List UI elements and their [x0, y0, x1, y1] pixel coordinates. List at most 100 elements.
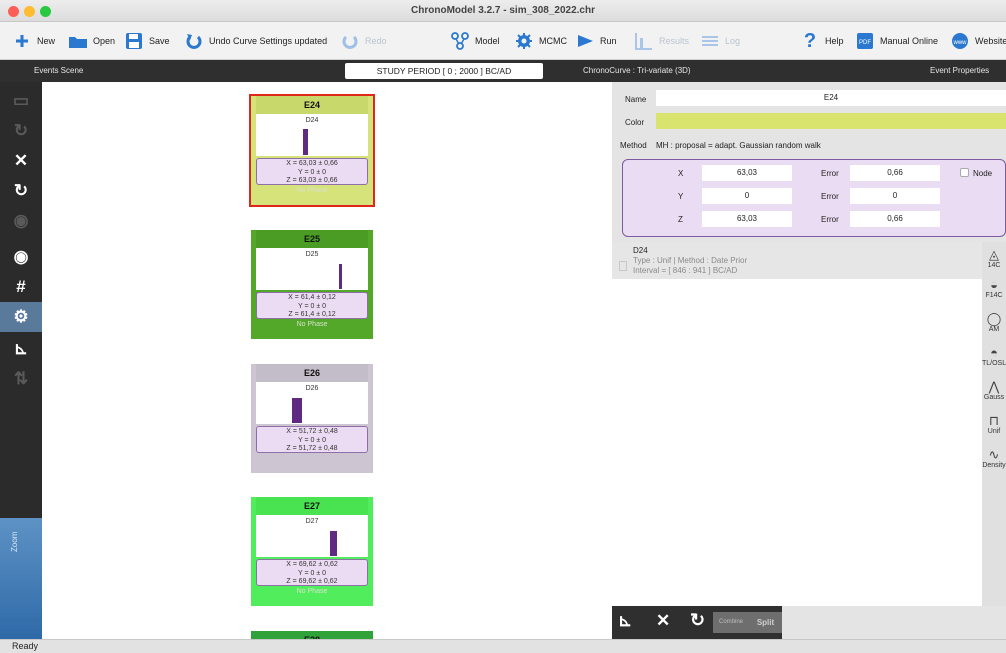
log-button[interactable]: Log	[700, 31, 740, 51]
zoom-slider[interactable]	[0, 518, 42, 639]
color-label: Color	[625, 118, 645, 127]
add-density-button[interactable]: ∿ Density	[982, 448, 1006, 470]
svg-text:www: www	[953, 40, 968, 46]
mcmc-button[interactable]: MCMC	[514, 31, 567, 51]
date-distribution-bar	[303, 129, 308, 155]
recycle-button[interactable]: ↻	[0, 176, 42, 206]
add-unif-button[interactable]: ⊓ Unif	[982, 413, 1006, 436]
globe-icon: www	[950, 32, 970, 50]
event-card-e26[interactable]: E26 D26 X = 51,72 ± 0,48 Y = 0 ± 0 Z = 5…	[251, 364, 373, 473]
new-button[interactable]: New	[12, 31, 55, 51]
restore-icon: ↻	[13, 181, 29, 200]
close-icon: ✕	[656, 611, 671, 630]
phase-label: No Phase	[296, 187, 328, 194]
add-gauss-button[interactable]: ⋀ Gauss	[982, 380, 1006, 402]
new-event-button[interactable]: ▭	[0, 86, 42, 116]
date-distribution-bar	[339, 264, 342, 289]
split-view-button[interactable]: ⇅	[0, 364, 42, 394]
event-card-e24[interactable]: E24 D24 X = 63,03 ± 0,66 Y = 0 ± 0 Z = 6…	[249, 94, 375, 207]
events-scene[interactable]: E24 D24 X = 63,03 ± 0,66 Y = 0 ± 0 Z = 6…	[42, 82, 612, 639]
overview-button[interactable]: ◉	[0, 242, 42, 272]
save-button[interactable]: Save	[124, 31, 170, 51]
z-input[interactable]: 63,03	[702, 211, 792, 227]
grid-button[interactable]: #	[0, 272, 42, 302]
date-list-item[interactable]: D24 Type : Unif | Method : Date Prior In…	[612, 242, 982, 279]
date-box[interactable]: D26	[256, 382, 368, 424]
open-button[interactable]: Open	[68, 31, 115, 51]
z-error-label: Error	[821, 215, 839, 224]
study-period-button[interactable]: STUDY PERIOD [ 0 ; 2000 ] BC/AD	[345, 63, 543, 79]
x-value: X = 69,62 ± 0,62	[286, 561, 338, 568]
date-item-name: D24	[633, 246, 648, 255]
name-input[interactable]: E24	[656, 90, 1006, 106]
combine-button[interactable]: Combine	[713, 612, 749, 633]
run-button[interactable]: Run	[575, 31, 617, 51]
z-error-input[interactable]: 0,66	[850, 211, 940, 227]
date-method-toolbar: ◬ 14C ◒ F14C ◯ AM ◓ TL/OSL ⋀ Gauss ⊓ Unif ∿ Den…	[982, 242, 1006, 606]
date-checkbox[interactable]	[619, 261, 627, 271]
properties-button[interactable]: ⚙	[0, 302, 42, 332]
website-button[interactable]: www Website	[950, 31, 1006, 51]
date-item-interval: Interval = [ 846 : 941 ] BC/AD	[633, 266, 738, 275]
x-error-input[interactable]: 0,66	[850, 165, 940, 181]
export-image-button[interactable]: ◉	[0, 206, 42, 236]
dates-list[interactable]: D24 Type : Unif | Method : Date Prior In…	[612, 242, 982, 606]
x-input[interactable]: 63,03	[702, 165, 792, 181]
color-picker[interactable]	[656, 113, 1006, 129]
chart-icon: ⊾	[13, 339, 29, 358]
x-value: X = 51,72 ± 0,48	[286, 428, 338, 435]
chronocurve-label: ChronoCurve : Tri-variate (3D)	[583, 66, 691, 75]
delete-date-button[interactable]: ✕	[656, 611, 670, 631]
x-value: X = 63,03 ± 0,66	[286, 160, 338, 167]
y-error-input[interactable]: 0	[850, 188, 940, 204]
date-box[interactable]: D24	[256, 114, 368, 156]
y-input[interactable]: 0	[702, 188, 792, 204]
event-name: E25	[256, 230, 368, 248]
name-label: Name	[625, 95, 647, 104]
redo-button[interactable]: Redo	[340, 31, 387, 51]
am-icon: ◯	[986, 311, 1002, 326]
new-event-icon: ▭	[12, 91, 30, 110]
event-card-e27[interactable]: E27 D27 X = 69,62 ± 0,62 Y = 0 ± 0 Z = 6…	[251, 497, 373, 606]
title-bar: ChronoModel 3.2.7 - sim_308_2022.chr	[0, 0, 1006, 22]
new-bound-button[interactable]: ↻	[0, 116, 42, 146]
add-am-button[interactable]: ◯ AM	[982, 311, 1006, 334]
f14c-icon: ◒	[990, 277, 998, 292]
results-button[interactable]: Results	[634, 31, 689, 51]
add-14c-button[interactable]: ◬ 14C	[982, 248, 1006, 270]
split-icon: ⇅	[13, 369, 29, 388]
section-header: Events Scene STUDY PERIOD [ 0 ; 2000 ] B…	[0, 60, 1006, 82]
phase-label: No Phase	[296, 321, 328, 328]
help-button[interactable]: ? Help	[800, 31, 844, 51]
calibration-chart-icon: ⊾	[618, 611, 633, 630]
settings-gear-icon: ⚙	[13, 307, 29, 326]
date-distribution-bar	[330, 531, 337, 556]
event-card-e28[interactable]: E28	[251, 631, 373, 639]
manual-online-button[interactable]: PDF Manual Online	[855, 31, 938, 51]
undo-button[interactable]: Undo Curve Settings updated	[184, 31, 327, 51]
eye-icon: ◉	[13, 247, 29, 266]
date-name: D27	[305, 518, 319, 525]
model-button[interactable]: Model	[450, 31, 500, 51]
event-name: E26	[256, 364, 368, 382]
y-error-label: Error	[821, 192, 839, 201]
date-box[interactable]: D25	[256, 248, 368, 290]
event-values: X = 69,62 ± 0,62 Y = 0 ± 0 Z = 69,62 ± 0…	[256, 559, 368, 586]
event-name: E27	[256, 497, 368, 515]
event-properties-panel: Name E24 Color Method MH : proposal = ad…	[612, 82, 1006, 639]
date-box[interactable]: D27	[256, 515, 368, 557]
node-checkbox[interactable]	[960, 168, 969, 177]
calibration-chart-button[interactable]: ⊾	[618, 611, 632, 631]
delete-button[interactable]: ✕	[0, 146, 42, 176]
restore-date-button[interactable]: ↻	[690, 610, 705, 631]
curve-chart-button[interactable]: ⊾	[0, 334, 42, 364]
grid-hash-icon: #	[16, 277, 26, 296]
add-tl-osl-button[interactable]: ◓ TL/OSL	[982, 346, 1006, 368]
event-card-e25[interactable]: E25 D25 X = 61,4 ± 0,12 Y = 0 ± 0 Z = 61…	[251, 230, 373, 339]
toolbar: New Open Save Undo Curve Settings update…	[0, 22, 1006, 60]
add-f14c-button[interactable]: ◒ F14C	[982, 277, 1006, 300]
split-button[interactable]: Split	[749, 612, 782, 633]
uniform-icon: ⊓	[988, 413, 1000, 428]
method-value[interactable]: MH : proposal = adapt. Gaussian random w…	[656, 141, 821, 150]
coordinates-box: X 63,03 Error 0,66 Node Y 0 Error 0 Z 63…	[622, 159, 1006, 237]
